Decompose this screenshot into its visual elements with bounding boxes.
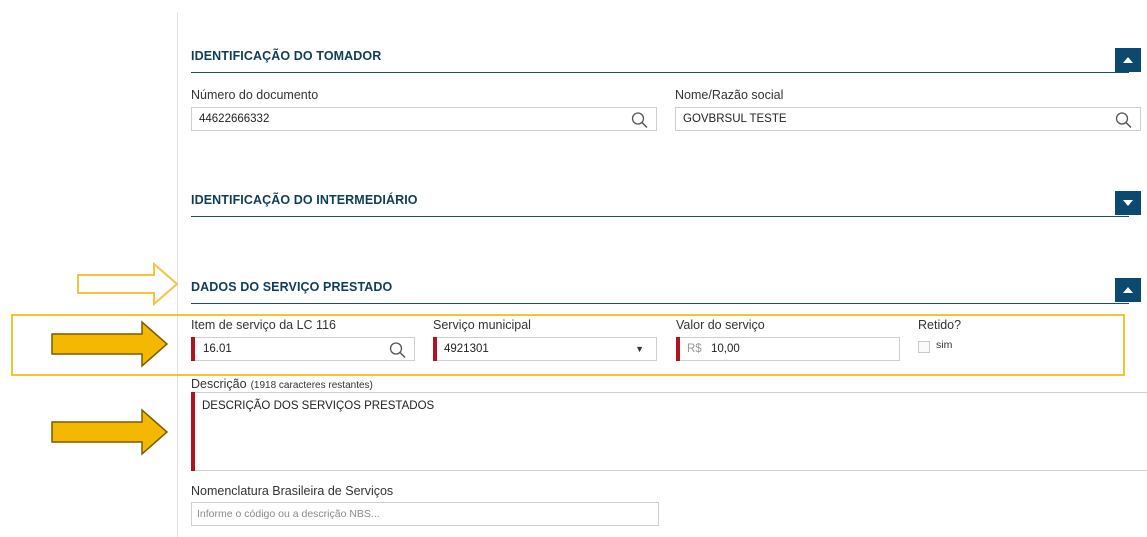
required-marker — [676, 337, 680, 361]
section-divider — [191, 216, 1129, 217]
municipal-service-value: 4921301 — [444, 343, 489, 355]
search-company-icon[interactable] — [1114, 111, 1134, 129]
service-item-value: 16.01 — [203, 343, 232, 355]
document-number-label: Número do documento — [191, 88, 319, 102]
arrow-right-icon — [51, 320, 169, 368]
arrow-right-icon — [51, 408, 169, 456]
description-label: Descrição — [191, 377, 247, 391]
company-name-field[interactable]: GOVBRSUL TESTE — [675, 107, 1141, 131]
section-divider — [191, 303, 1129, 304]
chevron-down-icon — [1123, 200, 1133, 206]
section-divider — [191, 72, 1129, 73]
chevron-up-icon — [1123, 287, 1133, 293]
description-value: DESCRIÇÃO DOS SERVIÇOS PRESTADOS — [202, 400, 435, 412]
expand-intermediario-button[interactable] — [1115, 191, 1141, 215]
company-name-label: Nome/Razão social — [675, 88, 784, 102]
service-item-field[interactable]: 16.01 — [191, 337, 415, 361]
description-textarea[interactable]: DESCRIÇÃO DOS SERVIÇOS PRESTADOS — [191, 392, 1147, 471]
required-marker — [433, 337, 437, 361]
currency-prefix: R$ — [687, 343, 702, 355]
search-document-icon[interactable] — [630, 111, 650, 129]
chevron-up-icon — [1123, 57, 1133, 63]
nbs-label: Nomenclatura Brasileira de Serviços — [191, 484, 394, 498]
municipal-service-select[interactable]: 4921301 ▼ — [433, 337, 657, 361]
collapse-tomador-button[interactable] — [1115, 48, 1141, 72]
municipal-service-label: Serviço municipal — [433, 318, 531, 332]
arrow-right-icon — [77, 262, 179, 306]
required-marker — [191, 392, 195, 471]
collapse-servico-button[interactable] — [1115, 278, 1141, 302]
section-title-intermediario: IDENTIFICAÇÃO DO INTERMEDIÁRIO — [191, 193, 418, 207]
section-title-servico: DADOS DO SERVIÇO PRESTADO — [191, 280, 393, 294]
withheld-label: Retido? — [918, 318, 962, 332]
service-value-label: Valor do serviço — [676, 318, 765, 332]
withheld-checkbox[interactable] — [918, 341, 930, 353]
service-item-label: Item de serviço da LC 116 — [191, 318, 336, 332]
description-remaining-count: (1918 caracteres restantes) — [250, 380, 373, 391]
search-service-item-icon[interactable] — [388, 341, 408, 359]
caret-down-icon: ▼ — [635, 344, 644, 354]
withheld-option-label: sim — [936, 339, 953, 351]
required-marker — [191, 337, 195, 361]
document-number-field[interactable]: 44622666332 — [191, 107, 657, 131]
nbs-placeholder: Informe o código ou a descrição NBS... — [197, 508, 380, 520]
nbs-input[interactable]: Informe o código ou a descrição NBS... — [191, 502, 659, 526]
description-label-row: Descrição (1918 caracteres restantes) — [191, 377, 373, 391]
section-title-tomador: IDENTIFICAÇÃO DO TOMADOR — [191, 49, 382, 63]
company-name-value: GOVBRSUL TESTE — [683, 113, 787, 125]
service-value-field[interactable]: R$ 10,00 — [676, 337, 900, 361]
document-number-value: 44622666332 — [199, 113, 270, 125]
service-value-value: 10,00 — [711, 343, 740, 355]
